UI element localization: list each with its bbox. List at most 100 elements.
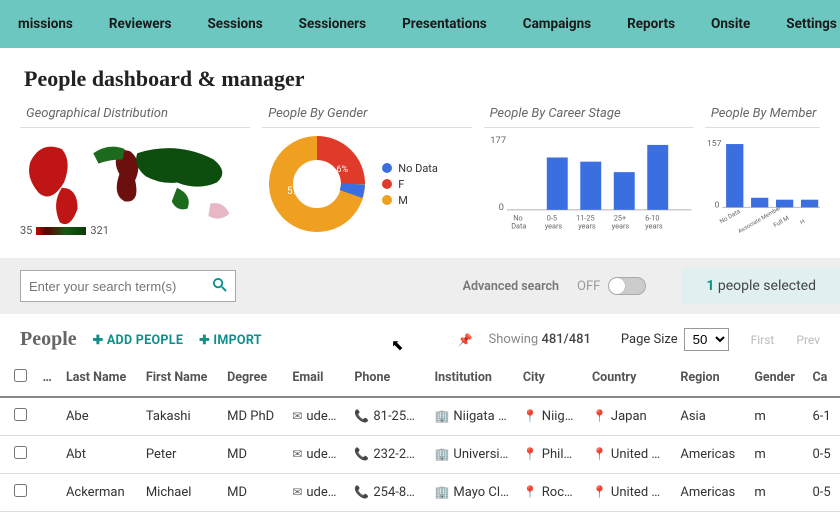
nav-item-submissions[interactable]: missions	[0, 16, 91, 32]
building-icon: 🏢	[434, 485, 449, 499]
card-gender: People By Gender 57% 2.6% No Data F M	[262, 102, 471, 246]
add-people-button[interactable]: ✚ ADD PEOPLE	[93, 332, 184, 348]
col-email[interactable]: Email	[286, 361, 348, 397]
advanced-search-toggle[interactable]	[608, 277, 646, 295]
cell-email[interactable]: ✉ude…	[286, 436, 348, 474]
page-size-label: Page Size	[621, 332, 678, 347]
cell-country: 📍United …	[586, 474, 674, 512]
cell-firstname: Michael	[140, 474, 221, 512]
svg-text:0: 0	[714, 200, 719, 210]
select-all-checkbox[interactable]	[14, 369, 27, 382]
page-title: People dashboard & manager	[0, 48, 840, 102]
showing-label: Showing 481/481	[489, 332, 591, 347]
svg-text:0: 0	[498, 202, 503, 213]
phone-icon: 📞	[354, 447, 369, 461]
cell-country: 📍United …	[586, 436, 674, 474]
col-firstname[interactable]: First Name	[140, 361, 221, 397]
col-country[interactable]: Country	[586, 361, 674, 397]
search-input[interactable]	[29, 279, 212, 294]
cell-lastname: Ackerman	[60, 474, 140, 512]
pager-prev[interactable]: Prev	[796, 333, 820, 347]
map-scale-min: 35	[20, 224, 32, 237]
svg-text:Data: Data	[511, 222, 526, 231]
row-checkbox[interactable]	[14, 446, 27, 459]
cell-gender: m	[748, 474, 806, 512]
phone-icon: 📞	[354, 485, 369, 499]
nav-item-campaigns[interactable]: Campaigns	[505, 16, 609, 32]
table-row[interactable]: AckermanMichaelMD✉ude…📞254-8…🏢Mayo Clin……	[0, 474, 840, 512]
envelope-icon: ✉	[292, 485, 302, 499]
cell-region: Americas	[674, 436, 748, 474]
nav-item-reviewers[interactable]: Reviewers	[91, 16, 190, 32]
donut-chart-icon: 57% 2.6%	[262, 134, 372, 234]
col-institution[interactable]: Institution	[428, 361, 516, 397]
svg-text:years: years	[544, 222, 562, 231]
cell-firstname: Peter	[140, 436, 221, 474]
map-pin-icon: 📍	[592, 409, 607, 423]
import-button[interactable]: ✚ IMPORT	[199, 332, 262, 348]
cell-phone[interactable]: 📞254-8…	[348, 474, 428, 512]
table-row[interactable]: AbtPeterMD✉ude…📞232-2…🏢University…📍Phil……	[0, 436, 840, 474]
cell-email[interactable]: ✉ude…	[286, 397, 348, 436]
cell-email[interactable]: ✉ude…	[286, 474, 348, 512]
world-map-icon	[20, 128, 250, 237]
selected-count-value: 1	[706, 278, 714, 294]
cell-city: 📍Phil…	[517, 436, 586, 474]
map-scale-gradient	[36, 227, 86, 235]
search-box[interactable]	[20, 270, 236, 302]
cell-career: 0-5	[807, 474, 840, 512]
card-career: People By Career Stage 177 0 No Data 0-5…	[484, 102, 693, 246]
people-table: … Last Name First Name Degree Email Phon…	[0, 361, 840, 512]
nav-item-sessioners[interactable]: Sessioners	[281, 16, 384, 32]
nav-item-reports[interactable]: Reports	[609, 16, 693, 32]
card-career-title: People By Career Stage	[490, 106, 693, 121]
search-icon[interactable]	[212, 277, 227, 296]
table-row[interactable]: AbeTakashiMD PhD✉ude…📞81-25…🏢Niigata U…📍…	[0, 397, 840, 436]
row-checkbox[interactable]	[14, 484, 27, 497]
map-pin-icon: 📍	[592, 447, 607, 461]
table-header-row: … Last Name First Name Degree Email Phon…	[0, 361, 840, 397]
map-pin-icon: 📍	[523, 485, 538, 499]
plus-icon: ✚	[199, 333, 210, 348]
col-lastname[interactable]: Last Name	[60, 361, 140, 397]
col-region[interactable]: Region	[674, 361, 748, 397]
col-phone[interactable]: Phone	[348, 361, 428, 397]
svg-text:No Data: No Data	[718, 207, 742, 225]
phone-icon: 📞	[354, 409, 369, 423]
card-member-title: People By Member	[711, 106, 820, 121]
col-degree[interactable]: Degree	[221, 361, 286, 397]
map-pin-icon: 📍	[523, 409, 538, 423]
card-geographic: Geographical Distribution 35 321	[20, 102, 250, 246]
cell-country: 📍Japan	[586, 397, 674, 436]
nav-item-presentations[interactable]: Presentations	[384, 16, 505, 32]
cell-phone[interactable]: 📞81-25…	[348, 397, 428, 436]
col-select	[0, 361, 36, 397]
pager-first[interactable]: First	[751, 333, 775, 347]
cell-gender: m	[748, 436, 806, 474]
building-icon: 🏢	[434, 409, 449, 423]
svg-text:years: years	[611, 222, 629, 231]
cell-phone[interactable]: 📞232-2…	[348, 436, 428, 474]
svg-text:Full M: Full M	[772, 214, 791, 229]
nav-item-settings[interactable]: Settings	[768, 16, 840, 32]
advanced-search-label: Advanced search	[463, 279, 559, 294]
cell-region: Americas	[674, 474, 748, 512]
col-gender[interactable]: Gender	[748, 361, 806, 397]
cell-degree: MD	[221, 436, 286, 474]
cell-firstname: Takashi	[140, 397, 221, 436]
col-career[interactable]: Ca	[807, 361, 840, 397]
nav-item-sessions[interactable]: Sessions	[189, 16, 280, 32]
col-city[interactable]: City	[517, 361, 586, 397]
cell-city: 📍Roc…	[517, 474, 586, 512]
map-scale-max: 321	[90, 224, 109, 237]
svg-text:years: years	[645, 222, 663, 231]
svg-text:57%: 57%	[287, 186, 306, 197]
card-geo-title: Geographical Distribution	[26, 106, 250, 121]
svg-text:2.6%: 2.6%	[329, 165, 348, 175]
row-checkbox[interactable]	[14, 408, 27, 421]
col-menu[interactable]: …	[36, 361, 59, 397]
page-size-select[interactable]: 50	[684, 328, 729, 351]
nav-item-onsite[interactable]: Onsite	[693, 16, 768, 32]
envelope-icon: ✉	[292, 409, 302, 423]
pin-icon[interactable]: 📌	[458, 333, 473, 347]
